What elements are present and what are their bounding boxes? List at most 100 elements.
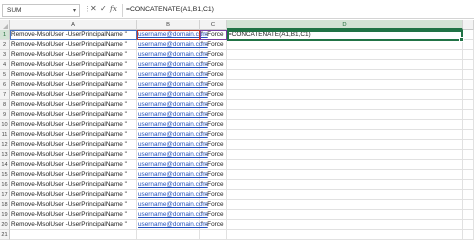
cell-a[interactable]: Remove-MsolUser -UserPrincipalName ": [10, 140, 137, 150]
cell-b[interactable]: username@domain.com: [137, 120, 208, 130]
cell-b[interactable]: username@domain.com: [137, 200, 208, 210]
cell-e[interactable]: [463, 80, 474, 90]
cell-c[interactable]: " -Force: [200, 170, 227, 180]
cell-a[interactable]: Remove-MsolUser -UserPrincipalName ": [10, 40, 137, 50]
row-header[interactable]: 7: [0, 90, 10, 100]
cell-e[interactable]: [463, 70, 474, 80]
cell-a[interactable]: Remove-MsolUser -UserPrincipalName ": [10, 100, 137, 110]
cell-e[interactable]: [463, 160, 474, 170]
cell-d[interactable]: [227, 120, 463, 130]
column-header-b[interactable]: B: [137, 20, 200, 30]
cell-c[interactable]: " -Force: [200, 200, 227, 210]
column-header-a[interactable]: A: [10, 20, 137, 30]
chevron-down-icon[interactable]: ▾: [73, 7, 76, 14]
cell-d[interactable]: [227, 230, 463, 240]
cell-e[interactable]: [463, 40, 474, 50]
row-header[interactable]: 16: [0, 180, 10, 190]
cell-d[interactable]: [227, 150, 463, 160]
cell-e[interactable]: [463, 120, 474, 130]
cell-a[interactable]: Remove-MsolUser -UserPrincipalName ": [10, 90, 137, 100]
cell-a[interactable]: Remove-MsolUser -UserPrincipalName ": [10, 150, 137, 160]
cell-b[interactable]: username@domain.com: [137, 160, 208, 170]
cell-c[interactable]: " -Force: [200, 190, 227, 200]
cell-a[interactable]: Remove-MsolUser -UserPrincipalName ": [10, 70, 137, 80]
cell-b[interactable]: username@domain.com: [137, 180, 208, 190]
cell-e[interactable]: [463, 220, 474, 230]
cell-d[interactable]: [227, 60, 463, 70]
column-header-c[interactable]: C: [200, 20, 227, 30]
cell-e[interactable]: [463, 190, 474, 200]
row-header[interactable]: 11: [0, 130, 10, 140]
cell-e[interactable]: [463, 230, 474, 240]
cell-c[interactable]: " -Force: [200, 70, 227, 80]
row-header[interactable]: 21: [0, 230, 10, 240]
cell-b[interactable]: username@domain.com: [137, 110, 208, 120]
cell-c[interactable]: " -Force: [200, 130, 227, 140]
cell-e[interactable]: [463, 50, 474, 60]
cell-c[interactable]: " -Force: [200, 90, 227, 100]
cell-b[interactable]: username@domain.com: [137, 130, 208, 140]
cell-a[interactable]: Remove-MsolUser -UserPrincipalName ": [10, 60, 137, 70]
cell-a[interactable]: Remove-MsolUser -UserPrincipalName ": [10, 220, 137, 230]
cell-a[interactable]: Remove-MsolUser -UserPrincipalName ": [10, 180, 137, 190]
cell-d[interactable]: [227, 200, 463, 210]
cell-d[interactable]: [227, 90, 463, 100]
cell-e[interactable]: [463, 150, 474, 160]
row-header[interactable]: 3: [0, 50, 10, 60]
cell-a[interactable]: Remove-MsolUser -UserPrincipalName ": [10, 50, 137, 60]
cell-d[interactable]: [227, 130, 463, 140]
cell-d[interactable]: =CONCATENATE(A1,B1,C1): [227, 30, 463, 40]
row-header[interactable]: 8: [0, 100, 10, 110]
cell-d[interactable]: [227, 170, 463, 180]
cell-b[interactable]: username@domain.com: [137, 220, 208, 230]
cell-a[interactable]: Remove-MsolUser -UserPrincipalName ": [10, 120, 137, 130]
cell-a[interactable]: Remove-MsolUser -UserPrincipalName ": [10, 190, 137, 200]
cell-d[interactable]: [227, 160, 463, 170]
row-header[interactable]: 10: [0, 120, 10, 130]
cell-c[interactable]: " -Force: [200, 100, 227, 110]
cell-c[interactable]: " -Force: [200, 120, 227, 130]
cell-c[interactable]: " -Force: [200, 80, 227, 90]
cell-e[interactable]: [463, 140, 474, 150]
cell-e[interactable]: [463, 130, 474, 140]
cell-d[interactable]: [227, 40, 463, 50]
cell-d[interactable]: [227, 220, 463, 230]
row-header[interactable]: 20: [0, 220, 10, 230]
cell-d[interactable]: [227, 80, 463, 90]
cell-b[interactable]: [137, 230, 200, 240]
insert-function-icon[interactable]: fx: [110, 4, 117, 13]
cell-c[interactable]: " -Force: [200, 40, 227, 50]
cell-d[interactable]: [227, 190, 463, 200]
row-header[interactable]: 14: [0, 160, 10, 170]
cell-e[interactable]: [463, 210, 474, 220]
cell-d[interactable]: [227, 70, 463, 80]
cell-e[interactable]: [463, 60, 474, 70]
cell-b[interactable]: username@domain.com: [137, 170, 208, 180]
row-header[interactable]: 19: [0, 210, 10, 220]
cancel-icon[interactable]: ✕: [90, 4, 97, 13]
row-header[interactable]: 12: [0, 140, 10, 150]
cell-c[interactable]: " -Force: [200, 110, 227, 120]
cell-e[interactable]: [463, 110, 474, 120]
row-header[interactable]: 17: [0, 190, 10, 200]
cell-c[interactable]: " -Force: [200, 180, 227, 190]
cell-c[interactable]: " -Force: [200, 210, 227, 220]
cell-b[interactable]: username@domain.com: [137, 70, 208, 80]
cell-b[interactable]: username@domain.com: [137, 100, 208, 110]
cell-b[interactable]: username@domain.com: [137, 40, 208, 50]
cell-d[interactable]: [227, 100, 463, 110]
column-header-e[interactable]: [463, 20, 474, 30]
row-header[interactable]: 2: [0, 40, 10, 50]
column-header-d[interactable]: D: [227, 20, 463, 30]
cell-a[interactable]: Remove-MsolUser -UserPrincipalName ": [10, 130, 137, 140]
row-header[interactable]: 9: [0, 110, 10, 120]
cell-c[interactable]: [200, 230, 227, 240]
cell-a[interactable]: Remove-MsolUser -UserPrincipalName ": [10, 110, 137, 120]
cell-a[interactable]: Remove-MsolUser -UserPrincipalName ": [10, 200, 137, 210]
cell-d[interactable]: [227, 180, 463, 190]
cell-b[interactable]: username@domain.com: [137, 80, 208, 90]
cell-c[interactable]: " -Force: [200, 140, 227, 150]
cell-c[interactable]: " -Force: [200, 150, 227, 160]
row-header[interactable]: 13: [0, 150, 10, 160]
row-header[interactable]: 15: [0, 170, 10, 180]
